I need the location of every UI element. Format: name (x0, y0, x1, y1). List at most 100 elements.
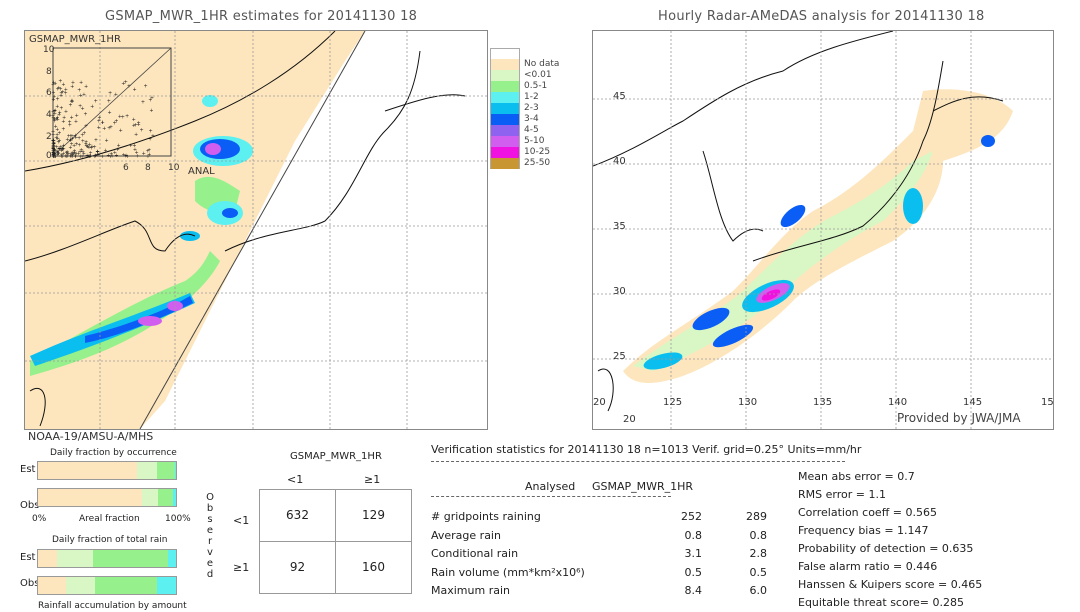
scatter-point: + (100, 154, 104, 160)
legend-label: 2-3 (524, 103, 539, 113)
legend-swatch (490, 92, 520, 103)
observed-letter: e (206, 525, 214, 536)
inset-xtick-6: 6 (123, 163, 129, 173)
scatter-point: + (84, 124, 88, 130)
bar-segment (38, 577, 66, 594)
right-map-title: Hourly Radar-AMeDAS analysis for 2014113… (658, 9, 985, 24)
score-line: Correlation coeff = 0.565 (798, 506, 937, 519)
inset-xtick-10: 10 (168, 163, 180, 173)
bar-segment (94, 577, 157, 594)
bar-segment (38, 550, 58, 567)
scatter-point: + (82, 130, 86, 136)
observed-letter: e (206, 558, 214, 569)
scatter-point: + (100, 120, 104, 126)
observed-letter: d (206, 569, 214, 580)
occurrence-title: Daily fraction by occurrence (50, 448, 177, 458)
legend-swatch (490, 59, 520, 70)
col-analysed: Analysed (525, 480, 576, 493)
scatter-point: + (84, 84, 88, 90)
score-line: Equitable threat score= 0.285 (798, 596, 964, 609)
inset-x-label: ANAL (188, 166, 215, 177)
lon-label-140: 140 (888, 397, 908, 408)
bar-segment (173, 489, 176, 506)
scatter-point: + (108, 90, 112, 96)
scatter-point: + (81, 149, 85, 155)
scatter-point: + (107, 99, 111, 105)
scatter-point: + (61, 127, 65, 133)
scatter-point: + (139, 128, 143, 134)
scatter-point: + (149, 108, 153, 114)
score-line: RMS error = 1.1 (798, 488, 886, 501)
inset-ytick-10: 10 (43, 45, 55, 55)
observed-letter: r (207, 536, 213, 547)
stat-gsmap: 6.0 (749, 584, 768, 597)
inset-xtick-8: 8 (145, 163, 151, 173)
occurrence-est-label: Est (20, 464, 36, 475)
satellite-label: NOAA-19/AMSU-A/MHS (28, 430, 154, 443)
legend-swatch (490, 136, 520, 147)
cell-obs-ge1-est-lt1: 92 (289, 560, 306, 574)
scatter-point: + (75, 113, 79, 119)
lon-label-130: 130 (738, 397, 758, 408)
scatter-point: + (90, 144, 94, 150)
scatter-point: + (141, 100, 145, 106)
score-line: False alarm ratio = 0.446 (798, 560, 938, 573)
score-line: Hanssen & Kuipers score = 0.465 (798, 578, 983, 591)
scatter-point: + (63, 91, 67, 97)
scatter-point: + (129, 143, 133, 149)
occurrence-axis-mid: Areal fraction (79, 514, 140, 524)
scatter-point: + (61, 119, 65, 125)
bottom-lat-label: 20 (623, 414, 636, 425)
stat-label: Conditional rain (431, 547, 519, 560)
observed-letter: O (206, 492, 214, 503)
scatter-point: + (94, 138, 98, 144)
inset-ytick-0: 0 (46, 151, 52, 161)
stat-gsmap: 2.8 (749, 547, 768, 560)
scatter-point: + (53, 108, 57, 114)
legend-label: <0.01 (524, 70, 552, 80)
scatter-point: + (87, 153, 91, 159)
score-line: Mean abs error = 0.7 (798, 470, 915, 483)
scatter-point: + (76, 151, 80, 157)
legend-swatch (490, 114, 520, 125)
lat-label-25: 25 (613, 351, 626, 362)
rain-light-band (633, 151, 933, 371)
scatter-point: + (134, 132, 138, 138)
scatter-point: + (124, 154, 128, 160)
inset-ytick-6: 6 (46, 88, 52, 98)
stat-analysed: 3.1 (684, 547, 703, 560)
coastline-hokkaido (384, 94, 466, 112)
contingency-row-header-ge1: ≥1 (233, 561, 250, 574)
scatter-point: + (90, 104, 94, 110)
lon-label-150: 15 (1041, 397, 1054, 408)
coastline-korea (702, 150, 764, 242)
scatter-point: + (148, 129, 152, 135)
scatter-point: + (109, 152, 113, 158)
rain-cell-d (202, 95, 218, 107)
scatter-point: + (115, 147, 119, 153)
scatter-point: + (59, 148, 63, 154)
scatter-point: + (143, 83, 147, 89)
verification-header: Verification statistics for 20141130 18 … (431, 443, 862, 456)
rain-cell-max (138, 316, 162, 326)
lon-label-145: 145 (963, 397, 983, 408)
total-rain-est-bar (37, 549, 177, 568)
bar-segment (137, 462, 157, 479)
stat-gsmap: 0.8 (749, 528, 768, 542)
lat-label-40: 40 (613, 156, 626, 167)
rain-cell-kanto (903, 188, 923, 224)
total-rain-title: Daily fraction of total rain (52, 535, 168, 545)
columns-divider (431, 496, 671, 497)
stat-analysed: 0.8 (684, 528, 703, 542)
contingency-table: 632 129 92 160 (259, 489, 412, 594)
legend-swatch (490, 70, 520, 81)
occurrence-axis-right: 100% (165, 514, 191, 524)
stat-analysed: 252 (681, 510, 702, 523)
scatter-point: + (52, 94, 56, 100)
scatter-point: + (133, 87, 137, 93)
stat-label: Average rain (431, 528, 501, 542)
inset-ytick-4: 4 (46, 110, 52, 120)
scatter-point: + (150, 95, 154, 101)
cell-obs-ge1-est-ge1: 160 (362, 560, 385, 574)
contingency-title: GSMAP_MWR_1HR (290, 451, 382, 462)
